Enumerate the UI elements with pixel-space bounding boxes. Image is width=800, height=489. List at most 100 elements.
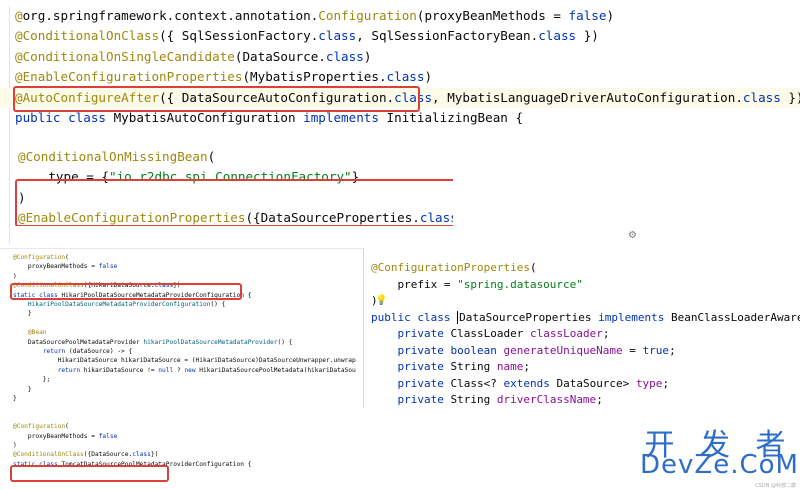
code-token: ( (529, 261, 537, 274)
code-token: null (158, 366, 177, 374)
code-token: MybatisAutoConfiguration (113, 110, 304, 125)
code-token: }; (13, 376, 51, 384)
code-token: Class<? (450, 376, 504, 390)
code-token: ) (606, 8, 615, 23)
code-line: }; (13, 375, 50, 384)
bulb-icon[interactable]: 💡 (375, 295, 387, 306)
code-token: true (642, 343, 670, 357)
code-token: ; (523, 360, 530, 373)
code-token: DataSourcePoolMetadataProvider (13, 338, 144, 346)
code-token: class (742, 89, 781, 105)
code-token: class (132, 451, 151, 459)
code-line: @ConditionalOnClass({ SqlSessionFactory.… (15, 26, 599, 46)
code-token: }) (576, 28, 599, 44)
code-token: hikariDataSource != (83, 366, 159, 374)
code-line: private String name; (371, 359, 530, 376)
code-token: (DataSource. (234, 48, 326, 64)
code-token: @EnableConfigurationProperties (15, 69, 243, 85)
code-token: implements (598, 310, 672, 324)
code-token: false (98, 432, 118, 440)
editor-snippet-datasource-properties[interactable]: @ConfigurationProperties( prefix = "spri… (363, 248, 800, 408)
code-token: classLoader (529, 327, 603, 340)
code-line: proxyBeanMethods = false (13, 262, 117, 271)
editor-popup-datasource-autoconfig[interactable]: @ConditionalOnMissingBean( type = {"io.r… (10, 141, 453, 226)
code-line: public class DataSourceProperties implem… (371, 310, 800, 327)
code-token: (proxyBeanMethods = (416, 8, 569, 23)
code-token: org.springframework.context.annotation. (22, 8, 319, 23)
code-token: private (397, 360, 451, 373)
code-token: } (13, 385, 32, 393)
code-line: @ConditionalOnMissingBean( (18, 147, 215, 167)
code-line: proxyBeanMethods = false (13, 432, 117, 441)
code-token: return (42, 348, 69, 355)
code-token: private (397, 327, 451, 340)
code-token: hikariPoolDataSourceMetadataProvider (143, 338, 278, 346)
code-token: HikariDataSourcePoolMetadata(hikariDataS… (199, 366, 356, 374)
code-token: public class (15, 110, 114, 125)
code-token: } (13, 395, 17, 402)
gear-icon[interactable]: ⚙ (628, 230, 637, 241)
editor-snippet-pool-metadata[interactable]: @Configuration( proxyBeanMethods = false… (0, 248, 363, 489)
highlight-box-autoconfigureafter (13, 86, 420, 112)
code-token: extends (503, 376, 557, 390)
code-line: ) (13, 272, 17, 281)
code-token: }) (788, 89, 800, 105)
code-token: String (450, 360, 497, 373)
code-token: (MybatisProperties. (242, 69, 387, 85)
code-line: } (13, 394, 17, 403)
code-token: false (98, 263, 118, 271)
code-token: generateUniqueName (503, 343, 623, 357)
code-token: private (397, 376, 451, 390)
code-line: @ConfigurationProperties( (371, 260, 537, 277)
code-line: @ConditionalOnClass({DataSource.class}) (13, 450, 158, 459)
code-token: @Bean (27, 329, 47, 337)
code-token: ; (662, 376, 670, 390)
code-token: class (318, 28, 357, 44)
code-line: private String driverClassName; (371, 392, 603, 408)
code-line: return hikariDataSource != null ? new Hi… (13, 366, 356, 375)
code-line: HikariDataSource hikariDataSource = (Hik… (13, 356, 356, 365)
code-token: BeanClassLoaderAware, Initia (671, 310, 800, 324)
code-token: ( (207, 149, 216, 164)
code-token: Configuration (318, 8, 417, 23)
text-caret (457, 311, 459, 324)
code-token: DataSourceProperties (459, 310, 599, 324)
code-line: @Bean (13, 328, 47, 337)
code-token: return (57, 366, 84, 374)
code-line: @EnableConfigurationProperties(MybatisPr… (15, 67, 432, 87)
code-line: } (13, 309, 32, 318)
code-token: = (622, 343, 643, 357)
code-token: prefix = (371, 277, 458, 291)
code-token: ; (596, 393, 603, 406)
code-token: private (397, 393, 451, 406)
code-line: private ClassLoader classLoader; (371, 326, 610, 343)
code-line: private Class<? extends DataSource> type… (371, 376, 670, 393)
code-token: DataSource> (556, 376, 636, 390)
code-token: @ConditionalOnMissingBean (18, 149, 208, 164)
code-token: () { (210, 301, 226, 308)
code-token: private boolean (397, 343, 504, 357)
code-token: @ConfigurationProperties (371, 261, 530, 274)
code-line: prefix = "spring.datasource" (371, 277, 582, 294)
code-token: HikariDataSource hikariDataSource = (Hik… (13, 357, 356, 365)
code-token: ) (13, 442, 17, 449)
code-token: (dataSource) -> { (68, 348, 133, 355)
code-token: ClassLoader (450, 327, 530, 340)
code-token: name (496, 360, 524, 373)
code-token: proxyBeanMethods = (13, 263, 99, 271)
code-token: ; (669, 343, 676, 357)
code-token: @Configuration (13, 423, 66, 431)
code-line: @Configuration( (13, 253, 69, 262)
code-token: proxyBeanMethods = (13, 432, 99, 440)
code-token: @Configuration (13, 254, 66, 261)
code-token: InitializingBean { (386, 110, 524, 125)
code-line: return (dataSource) -> { (13, 347, 132, 356)
code-line: ) (13, 441, 17, 450)
code-line: private boolean generateUniqueName = tru… (371, 343, 676, 360)
